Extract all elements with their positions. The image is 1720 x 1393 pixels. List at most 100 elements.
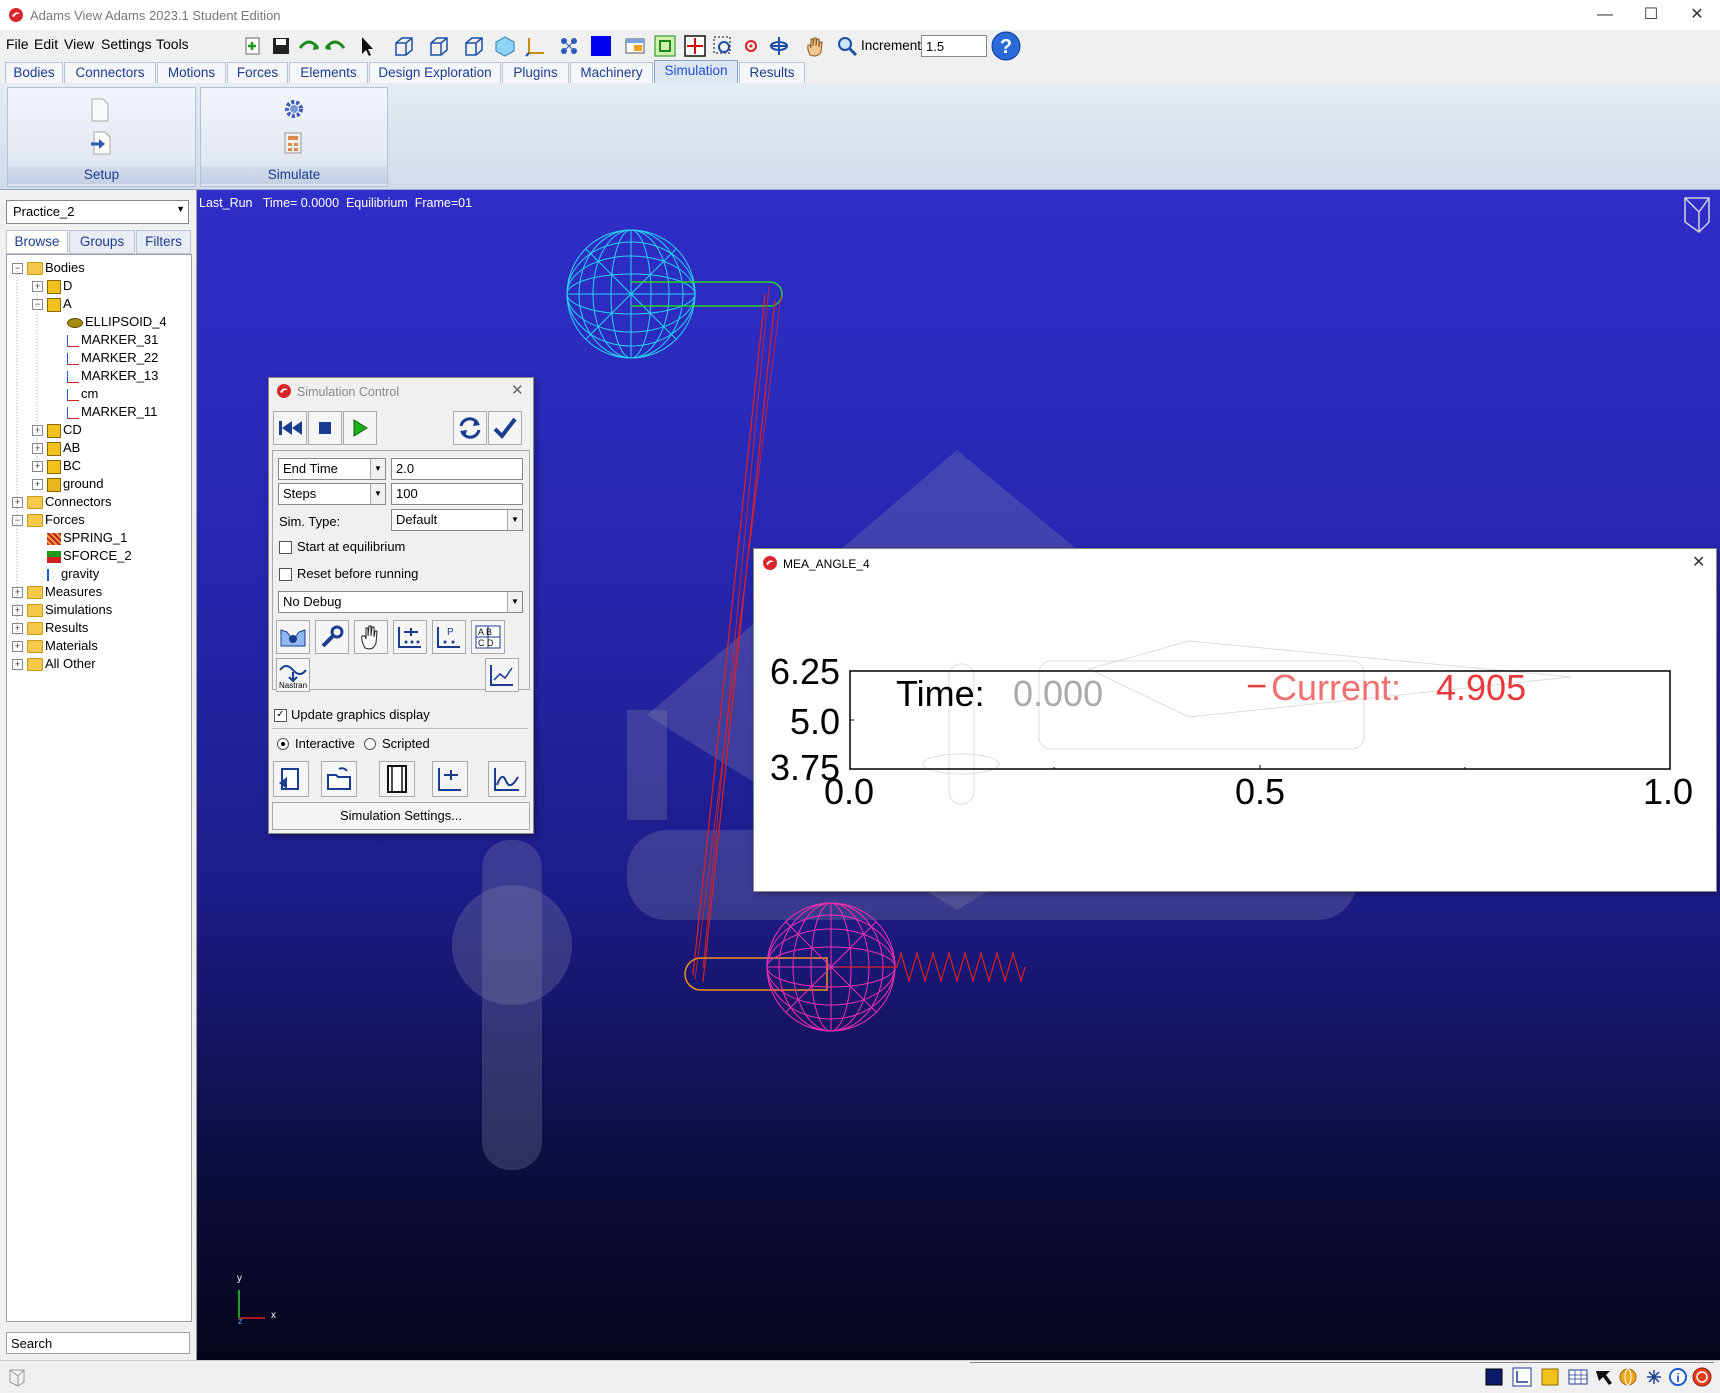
expand-icon[interactable]: + (32, 425, 43, 436)
zoom-box-icon[interactable] (682, 34, 708, 58)
collapse-icon[interactable]: − (32, 299, 43, 310)
tree-item-materials[interactable]: + Materials (12, 637, 98, 655)
tab-machinery[interactable]: Machinery (570, 62, 653, 83)
color-square-icon[interactable] (588, 34, 614, 58)
tree-item-ellipsoid-4[interactable]: ELLIPSOID_4 (67, 313, 167, 331)
open-folder-icon[interactable] (321, 761, 357, 797)
steps-input[interactable]: 100 (391, 483, 523, 505)
plot-table-icon[interactable] (393, 620, 427, 654)
undo-icon[interactable] (296, 34, 322, 58)
rotate-icon[interactable] (766, 34, 792, 58)
minimize-button[interactable]: — (1582, 2, 1628, 28)
menu-edit[interactable]: Edit (34, 36, 58, 52)
rewind-button[interactable] (273, 411, 307, 445)
expand-icon[interactable]: + (32, 281, 43, 292)
reset-sim-button[interactable] (453, 411, 487, 445)
pointer-icon[interactable] (1594, 1367, 1614, 1387)
tab-forces[interactable]: Forces (227, 62, 288, 83)
tab-browse[interactable]: Browse (6, 230, 68, 254)
window-layout-icon[interactable] (622, 34, 648, 58)
tree-item-ground[interactable]: + ground (32, 475, 103, 493)
grid-icon[interactable] (1568, 1367, 1588, 1387)
tree-item-d[interactable]: + D (32, 277, 72, 295)
calculator-icon[interactable] (283, 131, 305, 158)
scripted-radio[interactable] (364, 738, 376, 750)
expand-icon[interactable]: + (12, 605, 23, 616)
pan-hand-icon[interactable] (802, 34, 828, 58)
maximize-button[interactable]: ☐ (1628, 2, 1674, 28)
help-icon[interactable]: ? (990, 31, 1022, 61)
tree-item-all-other[interactable]: + All Other (12, 655, 96, 673)
tree-item-results[interactable]: + Results (12, 619, 88, 637)
abcd-table-icon[interactable]: A BC D (471, 620, 505, 654)
view-front-icon[interactable] (390, 34, 416, 58)
film-strip-icon[interactable] (379, 761, 415, 797)
tree-item-a[interactable]: − A (32, 295, 72, 313)
new-model-icon[interactable] (240, 34, 266, 58)
tab-simulation[interactable]: Simulation (654, 60, 738, 83)
tab-bodies[interactable]: Bodies (5, 62, 63, 83)
fit-icon[interactable] (652, 34, 678, 58)
center-icon[interactable] (738, 34, 764, 58)
update-graphics-checkbox[interactable]: ✓ (274, 709, 287, 722)
tree-item-cm[interactable]: cm (67, 385, 98, 403)
collapse-icon[interactable]: − (12, 263, 23, 274)
view-iso-icon[interactable] (492, 34, 518, 58)
redo-icon[interactable] (322, 34, 348, 58)
tree-item-simulations[interactable]: + Simulations (12, 601, 112, 619)
menu-tools[interactable]: Tools (156, 36, 189, 52)
expand-icon[interactable]: + (32, 479, 43, 490)
tree-item-marker-22[interactable]: MARKER_22 (67, 349, 158, 367)
select-arrow-icon[interactable] (354, 34, 380, 58)
end-mode-dropdown[interactable]: End Time ▼ (278, 458, 386, 480)
start-equilibrium-checkbox[interactable] (279, 541, 292, 554)
play-button[interactable] (343, 411, 377, 445)
model-info-icon[interactable] (1644, 1367, 1664, 1387)
zoom-area-icon[interactable] (710, 34, 736, 58)
zoom-icon[interactable] (834, 34, 860, 58)
hand-icon[interactable] (354, 620, 388, 654)
menu-file[interactable]: File (6, 36, 29, 52)
expand-icon[interactable]: + (12, 641, 23, 652)
menu-settings[interactable]: Settings (101, 36, 152, 52)
tab-connectors[interactable]: Connectors (64, 62, 156, 83)
expand-icon[interactable]: + (12, 587, 23, 598)
expand-icon[interactable]: + (32, 461, 43, 472)
parameter-plot-icon[interactable]: P (432, 620, 466, 654)
tree-item-sforce-2[interactable]: SFORCE_2 (47, 547, 132, 565)
tree-item-spring-1[interactable]: SPRING_1 (47, 529, 127, 547)
checkmark-button[interactable] (488, 411, 522, 445)
interactive-radio[interactable] (277, 738, 289, 750)
info-icon[interactable]: i (1668, 1367, 1688, 1387)
tree-item-forces[interactable]: − Forces (12, 511, 85, 529)
gear-icon[interactable] (283, 98, 305, 123)
close-icon[interactable]: ✕ (511, 381, 524, 399)
stop-icon[interactable] (1692, 1367, 1712, 1387)
tab-groups[interactable]: Groups (69, 230, 135, 254)
increment-input[interactable]: 1.5 (921, 35, 987, 57)
axis-triad-icon[interactable] (1512, 1367, 1532, 1387)
expand-icon[interactable]: + (12, 659, 23, 670)
end-time-input[interactable]: 2.0 (391, 458, 523, 480)
tree-item-measures[interactable]: + Measures (12, 583, 102, 601)
sensor-button[interactable] (276, 620, 310, 654)
menu-view[interactable]: View (64, 36, 94, 52)
tree-item-marker-13[interactable]: MARKER_13 (67, 367, 158, 385)
tree-item-bodies[interactable]: − Bodies (12, 259, 85, 277)
new-document-icon[interactable] (90, 98, 110, 125)
tree-item-marker-31[interactable]: MARKER_31 (67, 331, 158, 349)
view-top-icon[interactable] (425, 34, 451, 58)
tree-item-gravity[interactable]: gravity (47, 565, 99, 583)
tab-elements[interactable]: Elements (289, 62, 368, 83)
expand-icon[interactable]: + (12, 623, 23, 634)
expand-icon[interactable]: + (12, 497, 23, 508)
steps-mode-dropdown[interactable]: Steps ▼ (278, 483, 386, 505)
sim-type-dropdown[interactable]: Default ▼ (391, 509, 523, 531)
tree-item-cd[interactable]: + CD (32, 421, 82, 439)
close-button[interactable]: ✕ (1674, 2, 1720, 28)
import-icon[interactable] (90, 131, 112, 158)
plot-icon[interactable] (485, 658, 519, 692)
view-side-icon[interactable] (460, 34, 486, 58)
reset-before-running-checkbox[interactable] (279, 568, 292, 581)
tree-item-marker-11[interactable]: MARKER_11 (67, 403, 157, 421)
